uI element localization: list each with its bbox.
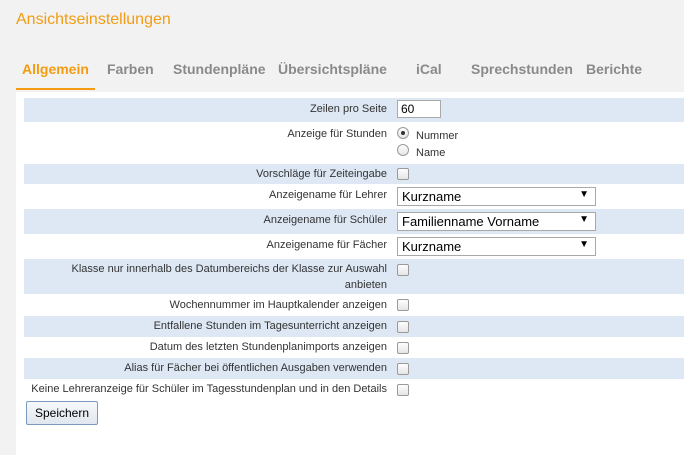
class-date-range-label: Klasse nur innerhalb des Datumbereichs d… — [24, 261, 388, 293]
time-suggestions-checkbox[interactable] — [397, 168, 409, 180]
tab-farben[interactable]: Farben — [107, 61, 154, 77]
tab-sprechstunden[interactable]: Sprechstunden — [471, 61, 573, 77]
settings-row-week-number: Wochennummer im Hauptkalender anzeigen — [24, 294, 684, 316]
class-date-range-label-line2: anbieten — [344, 279, 387, 291]
radio-name[interactable] — [397, 144, 409, 157]
save-button[interactable]: Speichern — [26, 401, 98, 425]
settings-row-subject-name: Anzeigename für Fächer Kurzname ▼ — [24, 234, 684, 259]
class-date-range-checkbox[interactable] — [397, 264, 409, 276]
radio-nummer-label: Nummer — [416, 130, 459, 142]
student-name-label: Anzeigename für Schüler — [263, 214, 387, 226]
settings-row-display-hours: Anzeige für Stunden Nummer Name — [24, 122, 684, 164]
radio-nummer[interactable] — [397, 127, 409, 140]
settings-row-last-import-date: Datum des letzten Stundenplanimports anz… — [24, 337, 684, 358]
last-import-date-checkbox[interactable] — [397, 342, 409, 354]
rows-per-page-input[interactable] — [397, 100, 441, 118]
rows-per-page-label: Zeilen pro Seite — [309, 103, 387, 115]
settings-row-student-name: Anzeigename für Schüler Familienname Vor… — [24, 209, 684, 234]
week-number-checkbox[interactable] — [397, 299, 409, 311]
student-name-value: Familienname Vorname — [402, 214, 540, 229]
triangle-down-icon: ▼ — [579, 214, 589, 225]
active-tab-indicator — [16, 88, 95, 90]
last-import-date-label: Datum des letzten Stundenplanimports anz… — [149, 341, 387, 353]
teacher-name-label: Anzeigename für Lehrer — [268, 189, 387, 201]
settings-row-no-teacher-display: Keine Lehreranzeige für Schüler im Tages… — [24, 379, 684, 400]
page-header: Ansichtseinstellungen — [0, 0, 684, 46]
tab-allgemein[interactable]: Allgemein — [22, 61, 89, 77]
radio-option-nummer[interactable]: Nummer — [397, 127, 458, 142]
subject-alias-label: Alias für Fächer bei öffentlichen Ausgab… — [124, 362, 387, 374]
subject-name-label: Anzeigename für Fächer — [266, 239, 387, 251]
settings-row-time-suggestions: Vorschläge für Zeiteingabe — [24, 164, 684, 184]
tab-berichte[interactable]: Berichte — [586, 61, 642, 77]
tab-ical[interactable]: iCal — [416, 61, 442, 77]
week-number-label: Wochennummer im Hauptkalender anzeigen — [169, 299, 387, 311]
cancelled-lessons-checkbox[interactable] — [397, 321, 409, 333]
settings-row-cancelled-lessons: Entfallene Stunden im Tagesunterricht an… — [24, 316, 684, 337]
cancelled-lessons-label: Entfallene Stunden im Tagesunterricht an… — [153, 320, 387, 332]
subject-alias-checkbox[interactable] — [397, 363, 409, 375]
triangle-down-icon: ▼ — [579, 189, 589, 200]
settings-panel: Zeilen pro Seite Anzeige für Stunden Num… — [16, 92, 684, 455]
time-suggestions-label: Vorschläge für Zeiteingabe — [256, 168, 387, 180]
no-teacher-display-label: Keine Lehreranzeige für Schüler im Tages… — [31, 383, 387, 395]
tab-uebersichtsplaene[interactable]: Übersichtspläne — [278, 61, 387, 77]
settings-row-rows-per-page: Zeilen pro Seite — [24, 98, 684, 122]
settings-row-teacher-name: Anzeigename für Lehrer Kurzname ▼ — [24, 184, 684, 209]
page-title: Ansichtseinstellungen — [16, 11, 171, 28]
subject-name-value: Kurzname — [402, 239, 462, 254]
teacher-name-value: Kurzname — [402, 189, 462, 204]
class-date-range-label-line1: Klasse nur innerhalb des Datumbereichs d… — [71, 263, 388, 275]
radio-option-name[interactable]: Name — [397, 144, 445, 159]
radio-name-label: Name — [416, 147, 446, 159]
tab-stundenplaene[interactable]: Stundenpläne — [173, 61, 266, 77]
triangle-down-icon: ▼ — [579, 239, 589, 250]
no-teacher-display-checkbox[interactable] — [397, 384, 409, 396]
display-hours-label: Anzeige für Stunden — [287, 128, 387, 140]
settings-row-subject-alias: Alias für Fächer bei öffentlichen Ausgab… — [24, 358, 684, 379]
settings-row-class-date-range: Klasse nur innerhalb des Datumbereichs d… — [24, 259, 684, 294]
tab-bar: Allgemein Farben Stundenpläne Übersichts… — [0, 47, 684, 92]
subject-name-select[interactable]: Kurzname ▼ — [397, 237, 596, 256]
teacher-name-select[interactable]: Kurzname ▼ — [397, 187, 596, 206]
student-name-select[interactable]: Familienname Vorname ▼ — [397, 212, 596, 231]
